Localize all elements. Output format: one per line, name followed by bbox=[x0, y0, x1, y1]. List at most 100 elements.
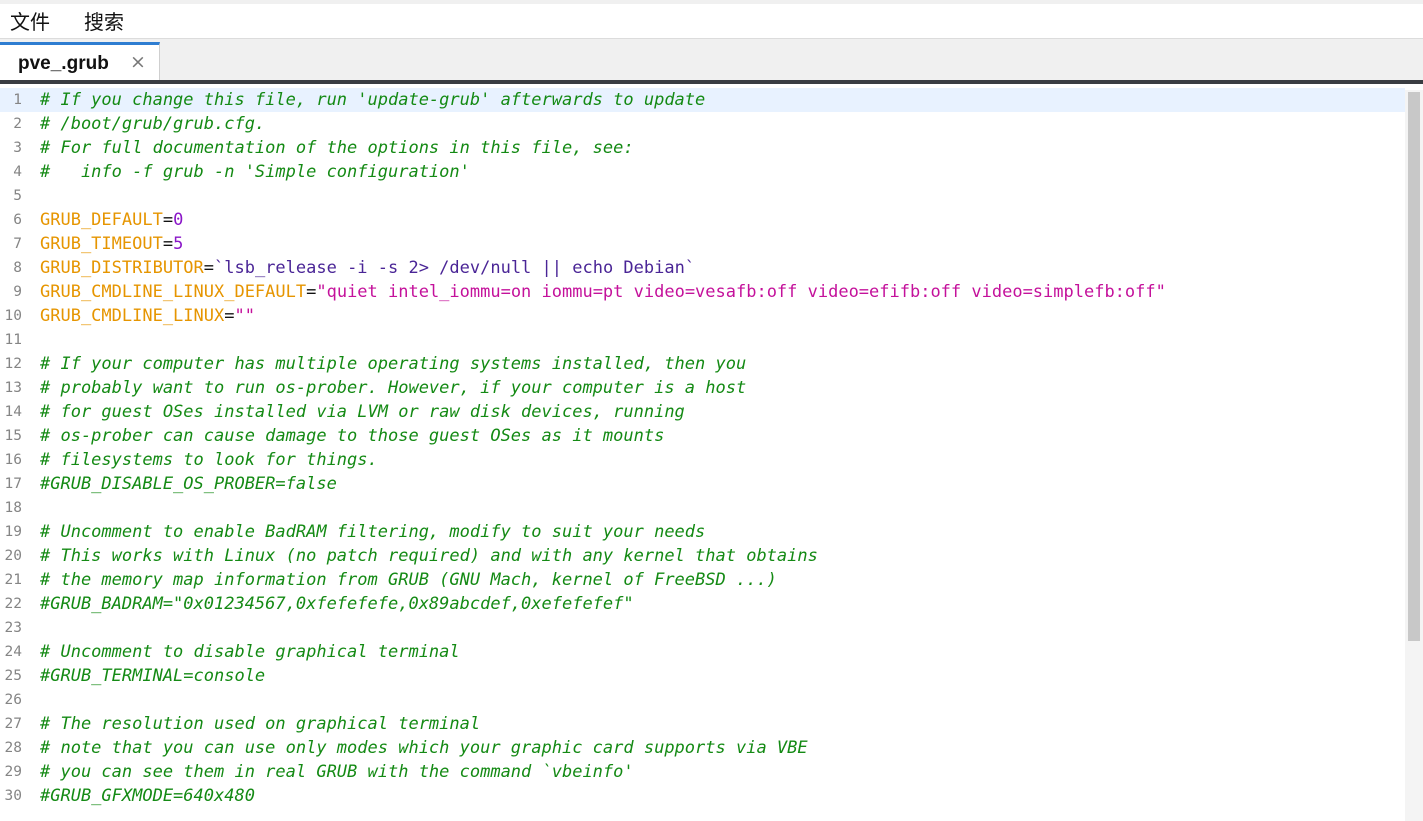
code-text: # For full documentation of the options … bbox=[40, 136, 634, 160]
token-key: GRUB_CMDLINE_LINUX_DEFAULT bbox=[40, 282, 307, 302]
token-comment: # for guest OSes installed via LVM or ra… bbox=[40, 402, 685, 422]
line-number: 4 bbox=[13, 164, 22, 180]
scrollbar-thumb[interactable] bbox=[1408, 92, 1420, 641]
code-line[interactable]: 2 # /boot/grub/grub.cfg. bbox=[0, 112, 1405, 136]
line-number: 30 bbox=[4, 788, 22, 804]
code-text: # If you change this file, run 'update-g… bbox=[40, 88, 705, 112]
token-key: GRUB_TIMEOUT bbox=[40, 234, 163, 254]
code-line[interactable]: 18 bbox=[0, 496, 1405, 520]
code-line[interactable]: 17 #GRUB_DISABLE_OS_PROBER=false bbox=[0, 472, 1405, 496]
code-line[interactable]: 3 # For full documentation of the options… bbox=[0, 136, 1405, 160]
token-str: "quiet intel_iommu=on iommu=pt video=ves… bbox=[316, 282, 1166, 302]
token-num: 5 bbox=[173, 234, 184, 254]
code-line[interactable]: 13 # probably want to run os-prober. Howe… bbox=[0, 376, 1405, 400]
code-editor[interactable]: 1 # If you change this file, run 'update-… bbox=[0, 86, 1423, 821]
token-str: "" bbox=[234, 306, 255, 326]
token-comment: # /boot/grub/grub.cfg. bbox=[40, 114, 266, 134]
line-number: 25 bbox=[4, 668, 22, 684]
line-number: 14 bbox=[4, 404, 22, 420]
code-text: #GRUB_DISABLE_OS_PROBER=false bbox=[40, 472, 337, 496]
line-number: 23 bbox=[4, 620, 22, 636]
line-number: 16 bbox=[4, 452, 22, 468]
code-line[interactable]: 25 #GRUB_TERMINAL=console bbox=[0, 664, 1405, 688]
token-comment: # you can see them in real GRUB with the… bbox=[40, 762, 634, 782]
code-line[interactable]: 15 # os-prober can cause damage to those … bbox=[0, 424, 1405, 448]
code-line[interactable]: 5 bbox=[0, 184, 1405, 208]
line-number: 15 bbox=[4, 428, 22, 444]
close-icon[interactable]: × bbox=[130, 51, 146, 73]
code-line[interactable]: 6 GRUB_DEFAULT=0 bbox=[0, 208, 1405, 232]
vertical-scrollbar[interactable] bbox=[1405, 90, 1423, 821]
token-tick: `lsb_release -i -s 2> /dev/null || echo … bbox=[214, 258, 696, 278]
token-op: = bbox=[306, 282, 317, 302]
code-text: GRUB_DEFAULT=0 bbox=[40, 208, 183, 232]
token-comment: # If you change this file, run 'update-g… bbox=[40, 90, 706, 110]
menu-search[interactable]: 搜索 bbox=[84, 9, 124, 35]
code-text: # os-prober can cause damage to those gu… bbox=[40, 424, 664, 448]
code-line[interactable]: 14 # for guest OSes installed via LVM or … bbox=[0, 400, 1405, 424]
code-text: # info -f grub -n 'Simple configuration' bbox=[40, 160, 470, 184]
token-key: GRUB_DEFAULT bbox=[40, 210, 163, 230]
token-comment: # os-prober can cause damage to those gu… bbox=[40, 426, 665, 446]
line-number: 18 bbox=[4, 500, 22, 516]
code-line[interactable]: 28 # note that you can use only modes whi… bbox=[0, 736, 1405, 760]
code-text: GRUB_CMDLINE_LINUX="" bbox=[40, 304, 255, 328]
tab-bar: pve_.grub × bbox=[0, 38, 1423, 81]
tab-pve-grub[interactable]: pve_.grub × bbox=[0, 42, 160, 81]
token-key: GRUB_DISTRIBUTOR bbox=[40, 258, 204, 278]
code-line[interactable]: 8 GRUB_DISTRIBUTOR=`lsb_release -i -s 2> … bbox=[0, 256, 1405, 280]
tab-separator bbox=[0, 80, 1423, 84]
code-line[interactable]: 29 # you can see them in real GRUB with t… bbox=[0, 760, 1405, 784]
tab-label: pve_.grub bbox=[18, 53, 109, 74]
code-line[interactable]: 1 # If you change this file, run 'update-… bbox=[0, 88, 1405, 112]
token-op: = bbox=[203, 258, 215, 278]
code-line[interactable]: 9 GRUB_CMDLINE_LINUX_DEFAULT="quiet intel… bbox=[0, 280, 1405, 304]
code-line[interactable]: 16 # filesystems to look for things. bbox=[0, 448, 1405, 472]
code-line[interactable]: 22 #GRUB_BADRAM="0x01234567,0xfefefefe,0x… bbox=[0, 592, 1405, 616]
line-number: 9 bbox=[13, 284, 22, 300]
code-line[interactable]: 26 bbox=[0, 688, 1405, 712]
code-line[interactable]: 4 # info -f grub -n 'Simple configuration… bbox=[0, 160, 1405, 184]
token-comment: # probably want to run os-prober. Howeve… bbox=[40, 378, 747, 398]
code-text: # you can see them in real GRUB with the… bbox=[40, 760, 634, 784]
code-line[interactable]: 23 bbox=[0, 616, 1405, 640]
line-number: 8 bbox=[13, 260, 22, 276]
line-number: 22 bbox=[4, 596, 22, 612]
code-line[interactable]: 30 #GRUB_GFXMODE=640x480 bbox=[0, 784, 1405, 808]
line-number: 20 bbox=[4, 548, 22, 564]
line-number: 13 bbox=[4, 380, 22, 396]
line-number: 12 bbox=[4, 356, 22, 372]
code-line[interactable]: 19 # Uncomment to enable BadRAM filtering… bbox=[0, 520, 1405, 544]
code-line[interactable]: 12 # If your computer has multiple operat… bbox=[0, 352, 1405, 376]
token-op: = bbox=[224, 306, 235, 326]
line-number: 27 bbox=[4, 716, 22, 732]
code-text: # /boot/grub/grub.cfg. bbox=[40, 112, 265, 136]
code-text: #GRUB_BADRAM="0x01234567,0xfefefefe,0x89… bbox=[40, 592, 634, 616]
code-line[interactable]: 7 GRUB_TIMEOUT=5 bbox=[0, 232, 1405, 256]
code-text: # Uncomment to disable graphical termina… bbox=[40, 640, 460, 664]
token-comment: # This works with Linux (no patch requir… bbox=[40, 546, 818, 566]
code-line[interactable]: 20 # This works with Linux (no patch requ… bbox=[0, 544, 1405, 568]
code-text: # Uncomment to enable BadRAM filtering, … bbox=[40, 520, 705, 544]
code-line[interactable]: 21 # the memory map information from GRUB… bbox=[0, 568, 1405, 592]
code-line[interactable]: 27 # The resolution used on graphical ter… bbox=[0, 712, 1405, 736]
token-comment: # filesystems to look for things. bbox=[40, 450, 378, 470]
line-number: 21 bbox=[4, 572, 22, 588]
token-comment: #GRUB_TERMINAL=console bbox=[40, 666, 266, 686]
line-number: 19 bbox=[4, 524, 22, 540]
code-line[interactable]: 10 GRUB_CMDLINE_LINUX="" bbox=[0, 304, 1405, 328]
token-comment: # Uncomment to disable graphical termina… bbox=[40, 642, 460, 662]
menu-file[interactable]: 文件 bbox=[10, 9, 50, 35]
code-text: # The resolution used on graphical termi… bbox=[40, 712, 480, 736]
code-text: # If your computer has multiple operatin… bbox=[40, 352, 746, 376]
code-line[interactable]: 11 bbox=[0, 328, 1405, 352]
line-number: 10 bbox=[4, 308, 22, 324]
code-line[interactable]: 24 # Uncomment to disable graphical termi… bbox=[0, 640, 1405, 664]
line-number: 29 bbox=[4, 764, 22, 780]
line-number: 17 bbox=[4, 476, 22, 492]
token-comment: # info -f grub -n 'Simple configuration' bbox=[40, 162, 470, 182]
line-number: 28 bbox=[4, 740, 22, 756]
token-comment: # The resolution used on graphical termi… bbox=[40, 714, 481, 734]
line-number: 6 bbox=[13, 212, 22, 228]
token-comment: #GRUB_BADRAM="0x01234567,0xfefefefe,0x89… bbox=[40, 594, 634, 614]
